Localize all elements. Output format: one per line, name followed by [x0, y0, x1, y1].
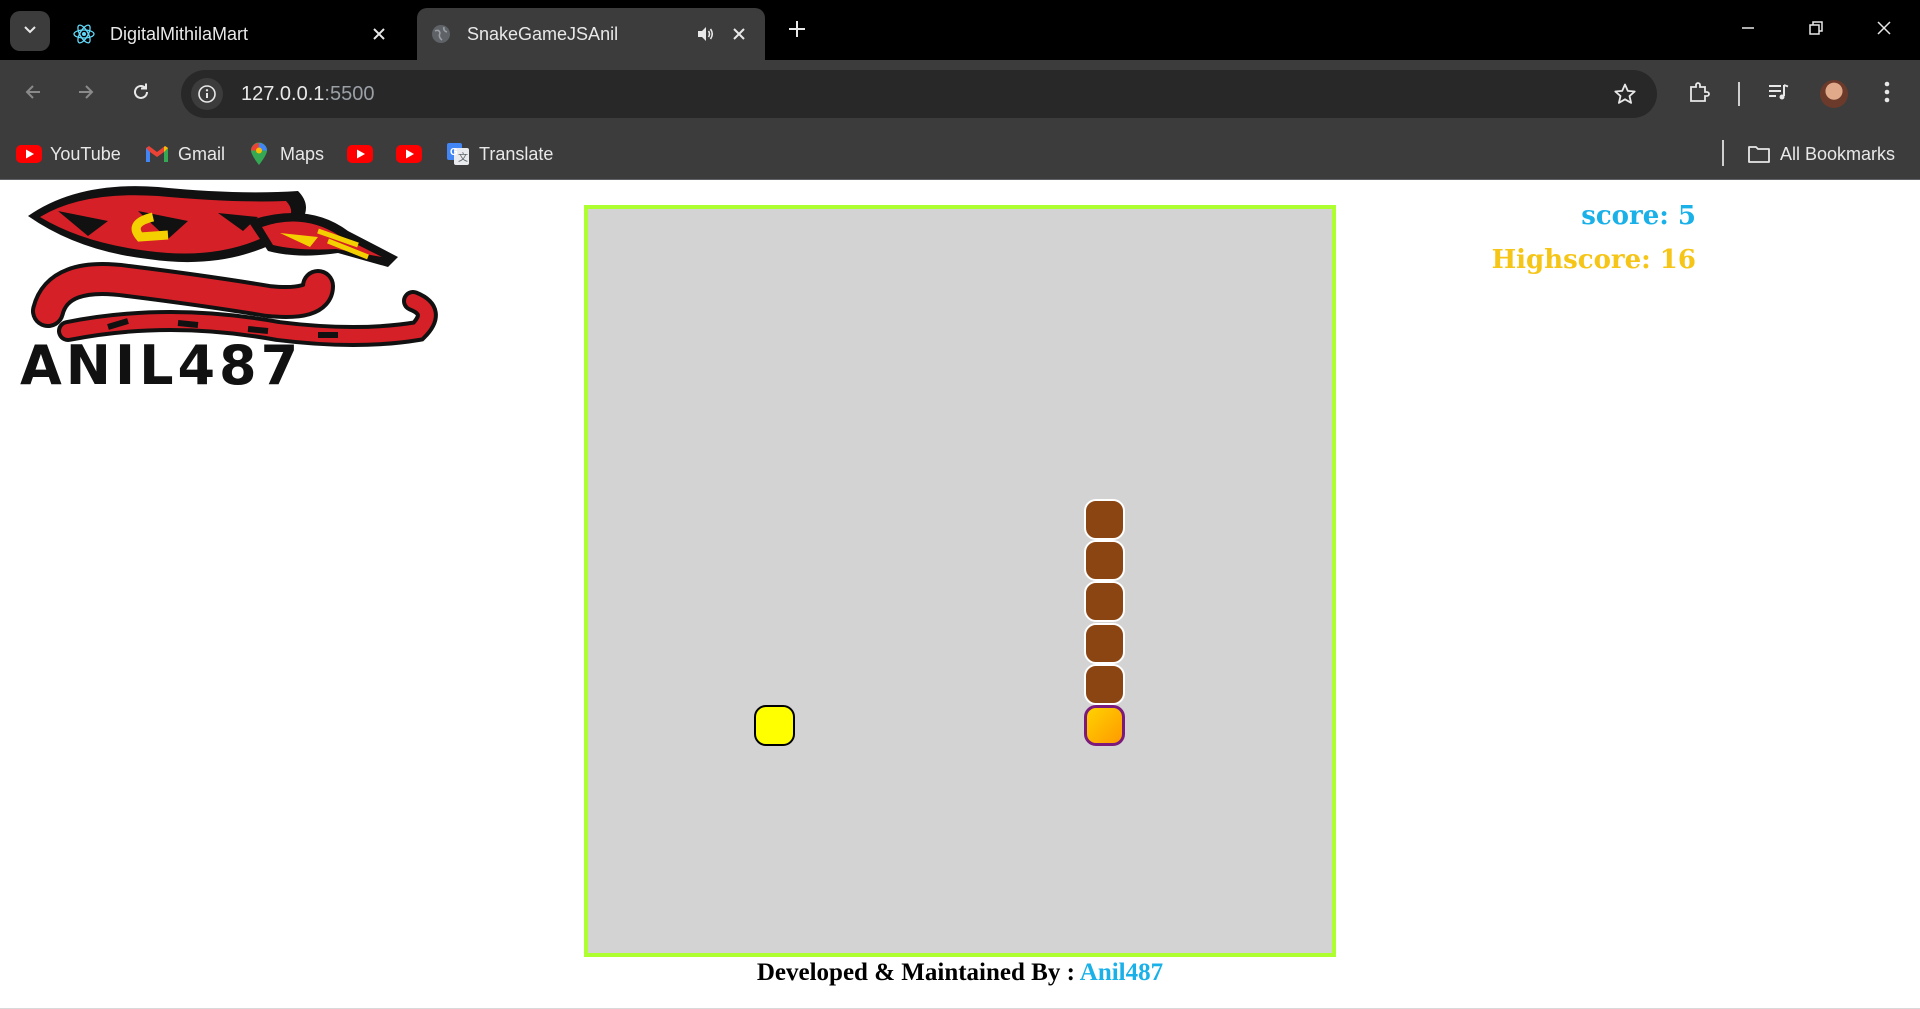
youtube-icon — [347, 143, 373, 165]
speaker-icon[interactable] — [691, 20, 719, 48]
extensions-button[interactable] — [1679, 74, 1719, 114]
bookmarks-bar: YouTube Gmail Maps G文 Translate All Book… — [0, 128, 1920, 180]
arrow-right-icon — [76, 82, 96, 107]
close-icon[interactable] — [365, 20, 393, 48]
new-tab-button[interactable] — [780, 14, 814, 48]
media-controls-button[interactable] — [1758, 74, 1798, 114]
puzzle-icon — [1687, 80, 1711, 109]
tab-search-button[interactable] — [10, 11, 50, 51]
tab-title: DigitalMithilaMart — [110, 23, 249, 44]
svg-text:G: G — [450, 147, 458, 158]
tab-snakegamejsanil[interactable]: SnakeGameJSAnil — [417, 8, 765, 60]
anil487-logo: ANIL487 — [18, 181, 446, 397]
url-text: 127.0.0.1:5500 — [241, 83, 374, 106]
profile-button[interactable] — [1814, 74, 1854, 114]
svg-text:文: 文 — [458, 151, 468, 164]
snake-segment — [1084, 663, 1126, 705]
globe-icon — [429, 22, 453, 46]
youtube-icon — [396, 143, 422, 165]
youtube-icon — [16, 143, 42, 165]
food-item — [753, 705, 795, 747]
folder-icon — [1746, 143, 1772, 165]
all-bookmarks-button[interactable]: All Bookmarks — [1746, 138, 1895, 170]
close-window-button[interactable] — [1864, 10, 1904, 50]
more-vert-icon — [1884, 81, 1890, 108]
minimize-button[interactable] — [1728, 10, 1768, 50]
arrow-left-icon — [23, 82, 43, 107]
tab-strip: DigitalMithilaMart SnakeGameJSAnil — [0, 0, 1920, 60]
bookmark-label: Maps — [280, 143, 325, 164]
logo-text: ANIL487 — [20, 334, 303, 397]
plus-icon — [788, 20, 806, 43]
game-board[interactable] — [584, 205, 1336, 957]
star-icon[interactable] — [1611, 80, 1639, 108]
bookmark-youtube[interactable]: YouTube — [16, 138, 121, 170]
snake-segment — [1084, 498, 1126, 540]
bookmark-maps[interactable]: Maps — [246, 138, 324, 170]
snake-head — [1084, 705, 1126, 747]
site-info-icon[interactable] — [191, 78, 223, 110]
bookmark-youtube-2[interactable] — [347, 138, 381, 170]
playlist-icon — [1766, 80, 1790, 109]
bookmark-label: All Bookmarks — [1780, 143, 1896, 164]
bookmark-gmail[interactable]: Gmail — [144, 138, 225, 170]
bookmark-label: Gmail — [178, 143, 226, 164]
bookmark-label: YouTube — [50, 143, 121, 164]
minimize-icon — [1740, 20, 1756, 41]
back-button[interactable] — [13, 74, 53, 114]
translate-icon: G文 — [445, 143, 471, 165]
url-port: :5500 — [324, 82, 375, 105]
maps-icon — [246, 142, 272, 165]
footer-credit: Developed & Maintained By : Anil487 — [0, 959, 1920, 987]
tab-digitalmithilamart[interactable]: DigitalMithilaMart — [60, 8, 405, 60]
highscore-display: Highscore: 16 — [1491, 245, 1696, 275]
bookmark-label: Translate — [479, 143, 554, 164]
url-host: 127.0.0.1 — [241, 82, 325, 105]
reload-button[interactable] — [121, 74, 161, 114]
menu-button[interactable] — [1867, 74, 1907, 114]
page-content: ANIL487 score: 5 Highscore: 16 Developed… — [0, 181, 1920, 1009]
gmail-icon — [144, 143, 170, 165]
browser-toolbar: 127.0.0.1:5500 — [0, 60, 1920, 128]
avatar — [1820, 80, 1848, 108]
chevron-down-icon — [22, 21, 38, 42]
address-bar[interactable]: 127.0.0.1:5500 — [181, 70, 1657, 118]
close-icon[interactable] — [725, 20, 753, 48]
bookmarks-divider — [1722, 140, 1724, 166]
forward-button[interactable] — [66, 74, 106, 114]
react-icon — [72, 22, 96, 46]
bookmark-youtube-3[interactable] — [396, 138, 430, 170]
restore-button[interactable] — [1796, 10, 1836, 50]
tab-title: SnakeGameJSAnil — [467, 23, 619, 44]
footer-prefix: Developed & Maintained By : — [756, 959, 1080, 986]
footer-author-link[interactable]: Anil487 — [1080, 959, 1163, 986]
score-display: score: 5 — [1581, 201, 1696, 231]
restore-icon — [1808, 20, 1824, 41]
close-icon — [1876, 20, 1892, 41]
bookmark-translate[interactable]: G文 Translate — [445, 138, 553, 170]
snake-segment — [1084, 622, 1126, 664]
snake-segment — [1084, 581, 1126, 623]
toolbar-divider — [1738, 82, 1740, 106]
reload-icon — [131, 82, 151, 107]
snake-segment — [1084, 539, 1126, 581]
